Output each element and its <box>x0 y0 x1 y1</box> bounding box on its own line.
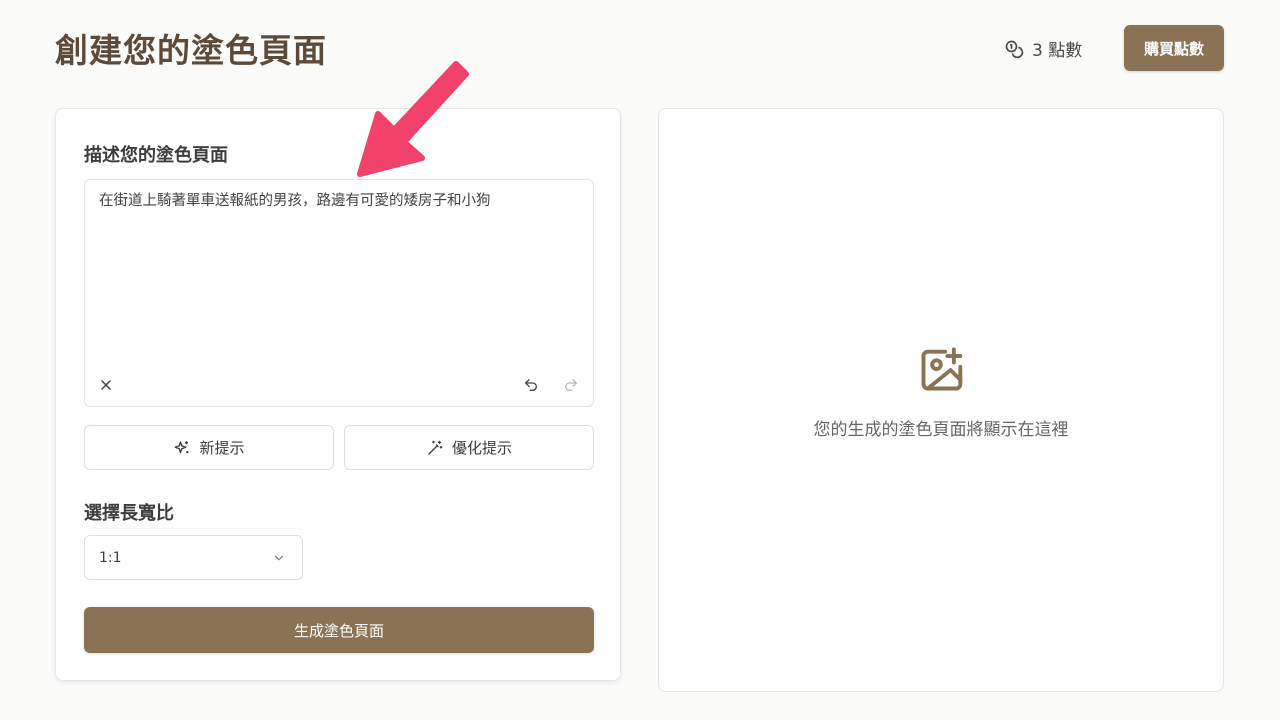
aspect-ratio-value: 1:1 <box>99 549 122 566</box>
magic-wand-icon <box>428 440 443 455</box>
new-prompt-button[interactable]: 新提示 <box>84 425 334 470</box>
preview-panel: 您的生成的塗色頁面將顯示在這裡 <box>658 108 1224 692</box>
coins-icon <box>1005 40 1024 58</box>
prompt-text[interactable]: 在街道上騎著單車送報紙的男孩，路邊有可愛的矮房子和小狗 <box>99 190 579 212</box>
sparkles-icon <box>175 440 189 453</box>
clear-prompt-button[interactable] <box>95 374 117 396</box>
undo-icon <box>525 379 537 391</box>
annotation-arrow-icon <box>357 61 469 177</box>
page: 創建您的塗色頁面 3 點數 購買點數 描述您的塗色頁面 在街道上騎著單車送報紙的… <box>0 0 1280 720</box>
redo-icon <box>565 379 577 391</box>
describe-label: 描述您的塗色頁面 <box>84 145 228 166</box>
undo-button[interactable] <box>520 374 542 396</box>
optimize-prompt-button[interactable]: 優化提示 <box>344 425 594 470</box>
chevron-down-icon <box>274 555 284 560</box>
credits-display: 3 點數 <box>1004 36 1082 61</box>
optimize-prompt-label: 優化提示 <box>451 439 512 457</box>
aspect-ratio-select[interactable]: 1:1 <box>84 535 303 580</box>
redo-button[interactable] <box>560 374 582 396</box>
generate-button[interactable]: 生成塗色頁面 <box>84 607 594 653</box>
preview-placeholder-text: 您的生成的塗色頁面將顯示在這裡 <box>813 420 1069 440</box>
new-prompt-label: 新提示 <box>199 439 245 457</box>
close-icon <box>101 380 111 390</box>
buy-credits-button[interactable]: 購買點數 <box>1124 25 1224 71</box>
prompt-textarea[interactable]: 在街道上騎著單車送報紙的男孩，路邊有可愛的矮房子和小狗 <box>84 179 594 407</box>
credits-count: 3 點數 <box>1032 41 1083 61</box>
prompt-panel: 描述您的塗色頁面 在街道上騎著單車送報紙的男孩，路邊有可愛的矮房子和小狗 新提示… <box>55 108 621 681</box>
aspect-ratio-label: 選擇長寬比 <box>84 503 174 524</box>
image-plus-icon <box>921 347 963 391</box>
page-title: 創建您的塗色頁面 <box>55 31 327 70</box>
